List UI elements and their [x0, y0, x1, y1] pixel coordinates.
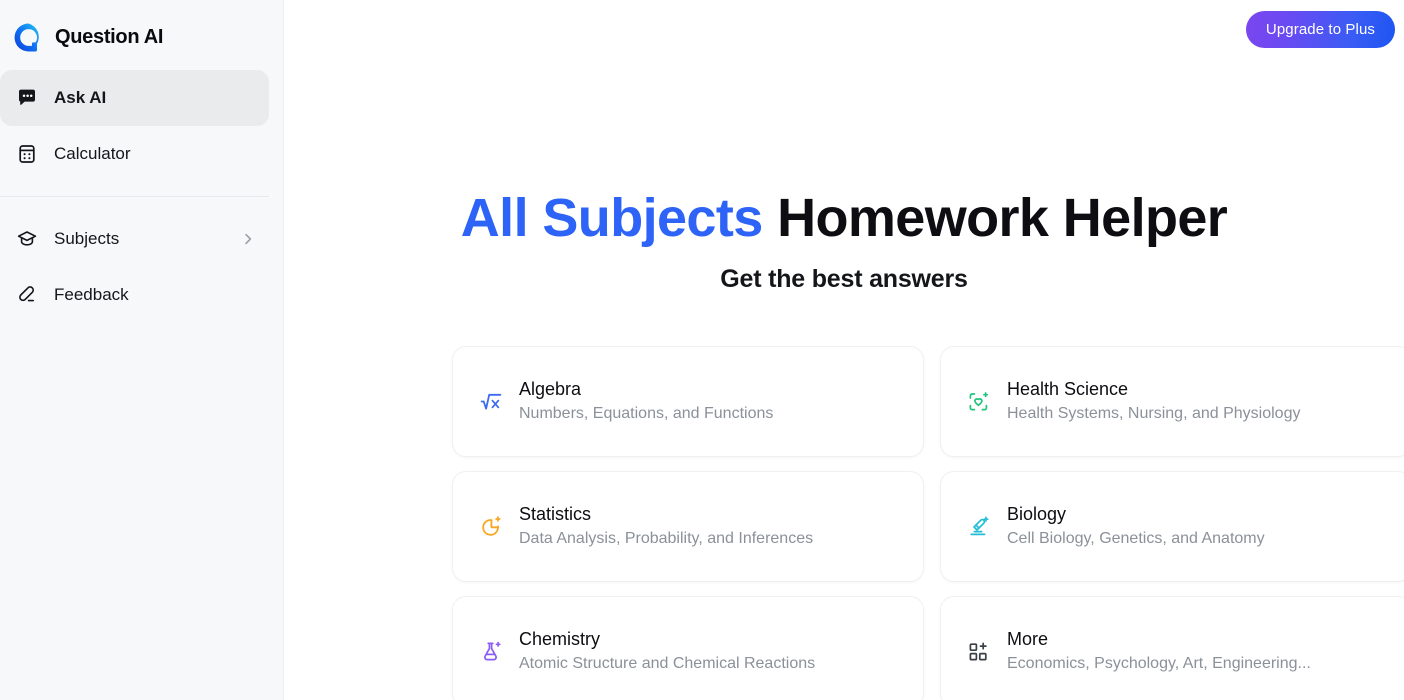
subject-card-title: Health Science	[1007, 378, 1129, 399]
brand[interactable]: Question AI	[0, 0, 283, 60]
heart-scan-icon	[967, 390, 991, 414]
pie-chart-icon	[479, 515, 503, 539]
subject-card-desc: Atomic Structure and Chemical Reactions	[519, 655, 816, 673]
chevron-right-icon	[241, 232, 255, 246]
sidebar-item-label: Subjects	[54, 229, 120, 248]
subject-card-health-science[interactable]: Health Science Health Systems, Nursing, …	[940, 346, 1404, 457]
subject-card-desc: Health Systems, Nursing, and Physiology	[1007, 405, 1301, 423]
sidebar-item-label: Ask AI	[54, 88, 107, 107]
page-title-accent: All Subjects	[460, 188, 763, 248]
grid-squares-icon	[967, 640, 991, 664]
subject-cards-grid: Algebra Numbers, Equations, and Function…	[452, 346, 1404, 700]
subject-card-desc: Data Analysis, Probability, and Inferenc…	[519, 530, 814, 548]
page-title-rest: Homework Helper	[762, 188, 1228, 248]
sidebar-item-label: Feedback	[54, 285, 129, 304]
subject-card-desc: Economics, Psychology, Art, Engineering.…	[1007, 655, 1311, 673]
sidebar-item-feedback[interactable]: Feedback	[0, 267, 269, 323]
graduation-cap-icon	[16, 228, 38, 250]
main-content: Upgrade to Plus All Subjects Homework He…	[284, 0, 1404, 700]
subject-card-biology[interactable]: Biology Cell Biology, Genetics, and Anat…	[940, 471, 1404, 582]
sidebar-item-label: Calculator	[54, 144, 131, 163]
subject-card-title: Statistics	[519, 503, 592, 524]
subject-card-chemistry[interactable]: Chemistry Atomic Structure and Chemical …	[452, 596, 924, 700]
flask-icon	[479, 640, 503, 664]
sidebar-secondary-group: Subjects Feedback	[0, 211, 283, 323]
subject-card-statistics[interactable]: Statistics Data Analysis, Probability, a…	[452, 471, 924, 582]
subject-card-title: Algebra	[519, 378, 582, 399]
sidebar: Question AI Ask AI Calculator Subjects F…	[0, 0, 284, 700]
question-ai-logo-icon	[14, 23, 39, 52]
subject-card-title: Biology	[1007, 503, 1067, 524]
sidebar-divider	[0, 196, 269, 197]
calculator-icon	[16, 143, 38, 165]
microscope-icon	[967, 515, 991, 539]
square-root-x-icon	[479, 390, 503, 414]
pencil-icon	[16, 284, 38, 306]
upgrade-to-plus-button[interactable]: Upgrade to Plus	[1245, 11, 1395, 48]
chat-bubble-icon	[16, 87, 38, 109]
sidebar-item-subjects[interactable]: Subjects	[0, 211, 269, 267]
page-subtitle: Get the best answers	[720, 265, 968, 294]
subject-card-desc: Numbers, Equations, and Functions	[519, 405, 774, 423]
brand-name: Question AI	[55, 26, 164, 48]
subject-card-title: More	[1007, 628, 1049, 649]
hero-section: All Subjects Homework Helper Get the bes…	[284, 0, 1404, 294]
sidebar-item-calculator[interactable]: Calculator	[0, 126, 269, 182]
subject-card-desc: Cell Biology, Genetics, and Anatomy	[1007, 530, 1265, 548]
subject-card-more[interactable]: More Economics, Psychology, Art, Enginee…	[940, 596, 1404, 700]
sidebar-primary-group: Ask AI Calculator	[0, 70, 283, 182]
sidebar-item-ask-ai[interactable]: Ask AI	[0, 70, 269, 126]
subject-card-title: Chemistry	[519, 628, 601, 649]
subject-card-algebra[interactable]: Algebra Numbers, Equations, and Function…	[452, 346, 924, 457]
page-title: All Subjects Homework Helper	[284, 188, 1404, 248]
